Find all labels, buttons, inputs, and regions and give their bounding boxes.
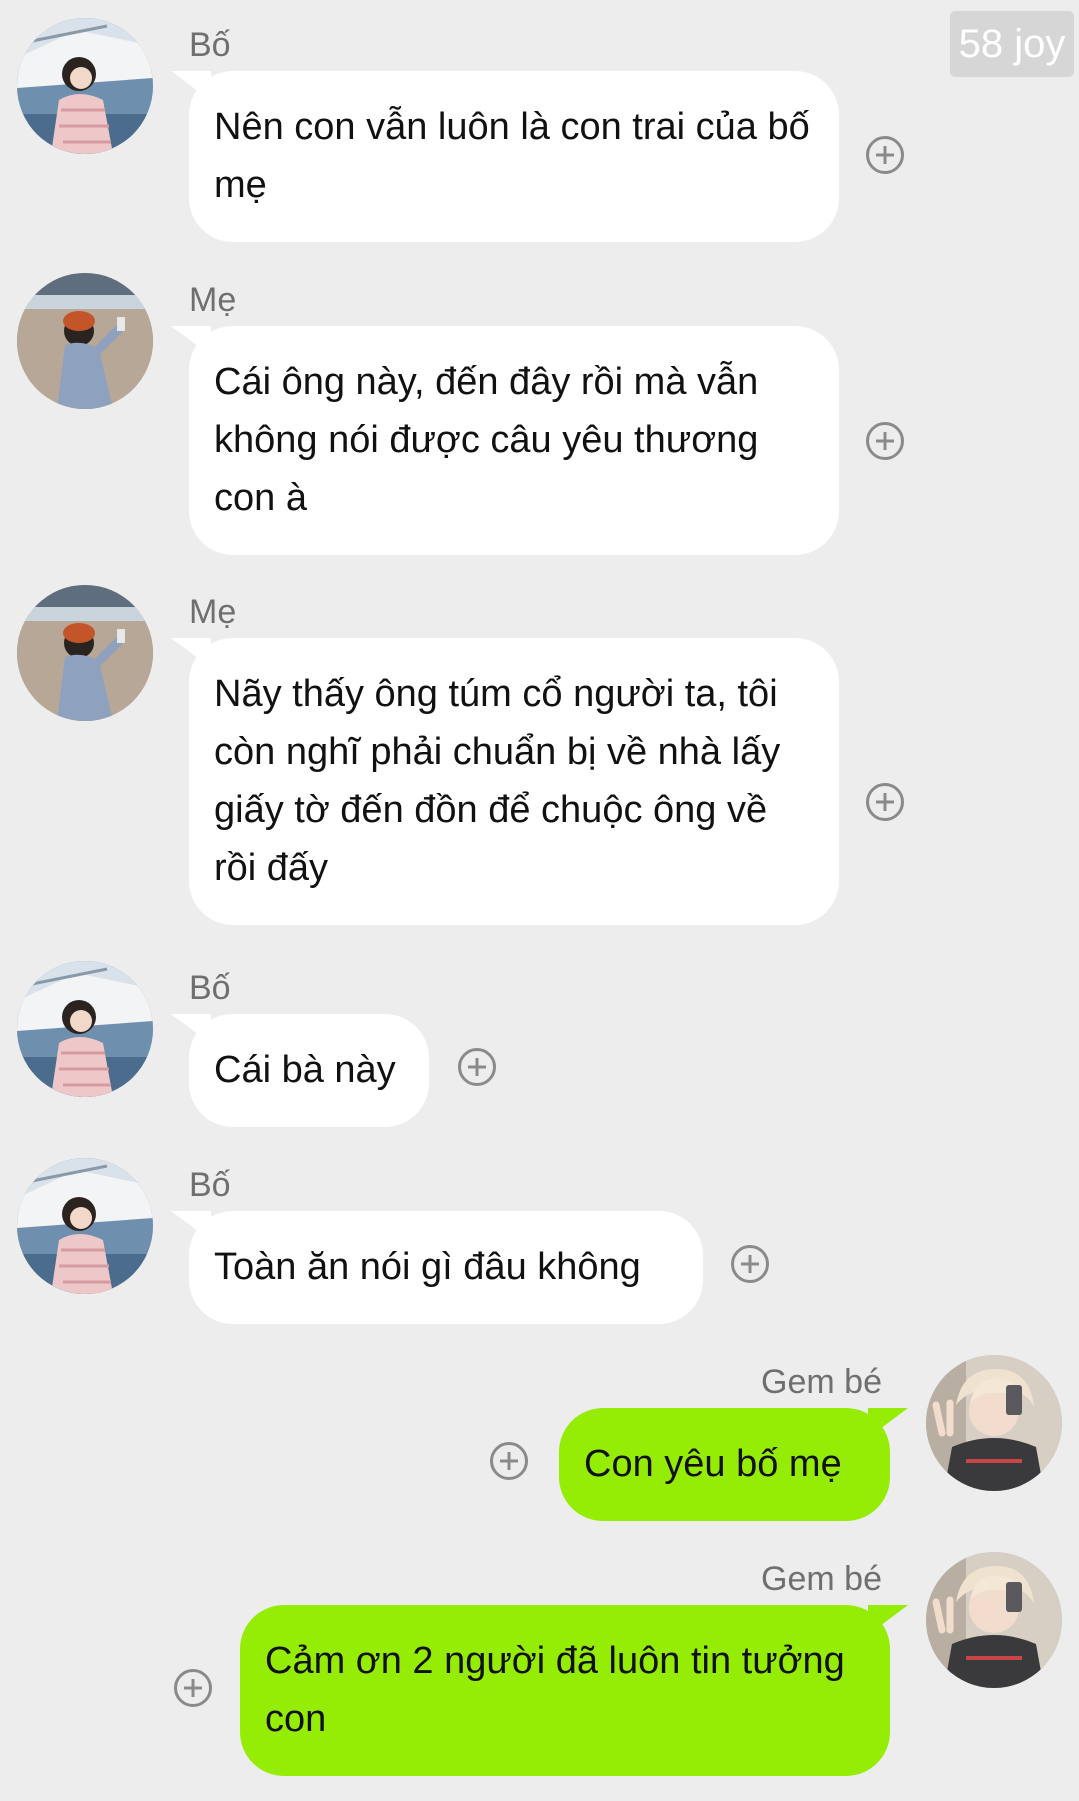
plus-circle-icon[interactable]: [866, 422, 904, 460]
plus-circle-icon[interactable]: [866, 783, 904, 821]
message-bubble[interactable]: Cảm ơn 2 người đã luôn tin tưởng con: [240, 1605, 908, 1776]
message-bubble[interactable]: Nên con vẫn luôn là con trai của bố mẹ: [171, 71, 839, 242]
message-bubble[interactable]: Con yêu bố mẹ: [559, 1408, 908, 1521]
sender-name: Mẹ: [189, 281, 237, 319]
plus-circle-icon[interactable]: [731, 1245, 769, 1283]
dad-avatar[interactable]: [17, 18, 153, 154]
mom-avatar[interactable]: [17, 585, 153, 721]
message-bubble[interactable]: Cái bà này: [171, 1014, 429, 1127]
sender-name: Bố: [189, 1166, 231, 1204]
dad-avatar[interactable]: [17, 961, 153, 1097]
plus-circle-icon[interactable]: [490, 1442, 528, 1480]
sender-name: Gem bé: [761, 1560, 882, 1598]
watermark-badge: 58 joy: [950, 11, 1074, 77]
mom-avatar[interactable]: [17, 273, 153, 409]
plus-circle-icon[interactable]: [866, 136, 904, 174]
sender-name: Bố: [189, 26, 231, 64]
message-bubble[interactable]: Cái ông này, đến đây rồi mà vẫn không nó…: [171, 326, 839, 555]
message-bubble[interactable]: Toàn ăn nói gì đâu không: [171, 1211, 703, 1324]
sender-name: Gem bé: [761, 1363, 882, 1401]
dad-avatar[interactable]: [17, 1158, 153, 1294]
gem-avatar[interactable]: [926, 1355, 1062, 1491]
plus-circle-icon[interactable]: [174, 1669, 212, 1707]
plus-circle-icon[interactable]: [458, 1048, 496, 1086]
sender-name: Mẹ: [189, 593, 237, 631]
sender-name: Bố: [189, 969, 231, 1007]
message-bubble[interactable]: Nãy thấy ông túm cổ người ta, tôi còn ng…: [171, 638, 839, 925]
gem-avatar[interactable]: [926, 1552, 1062, 1688]
